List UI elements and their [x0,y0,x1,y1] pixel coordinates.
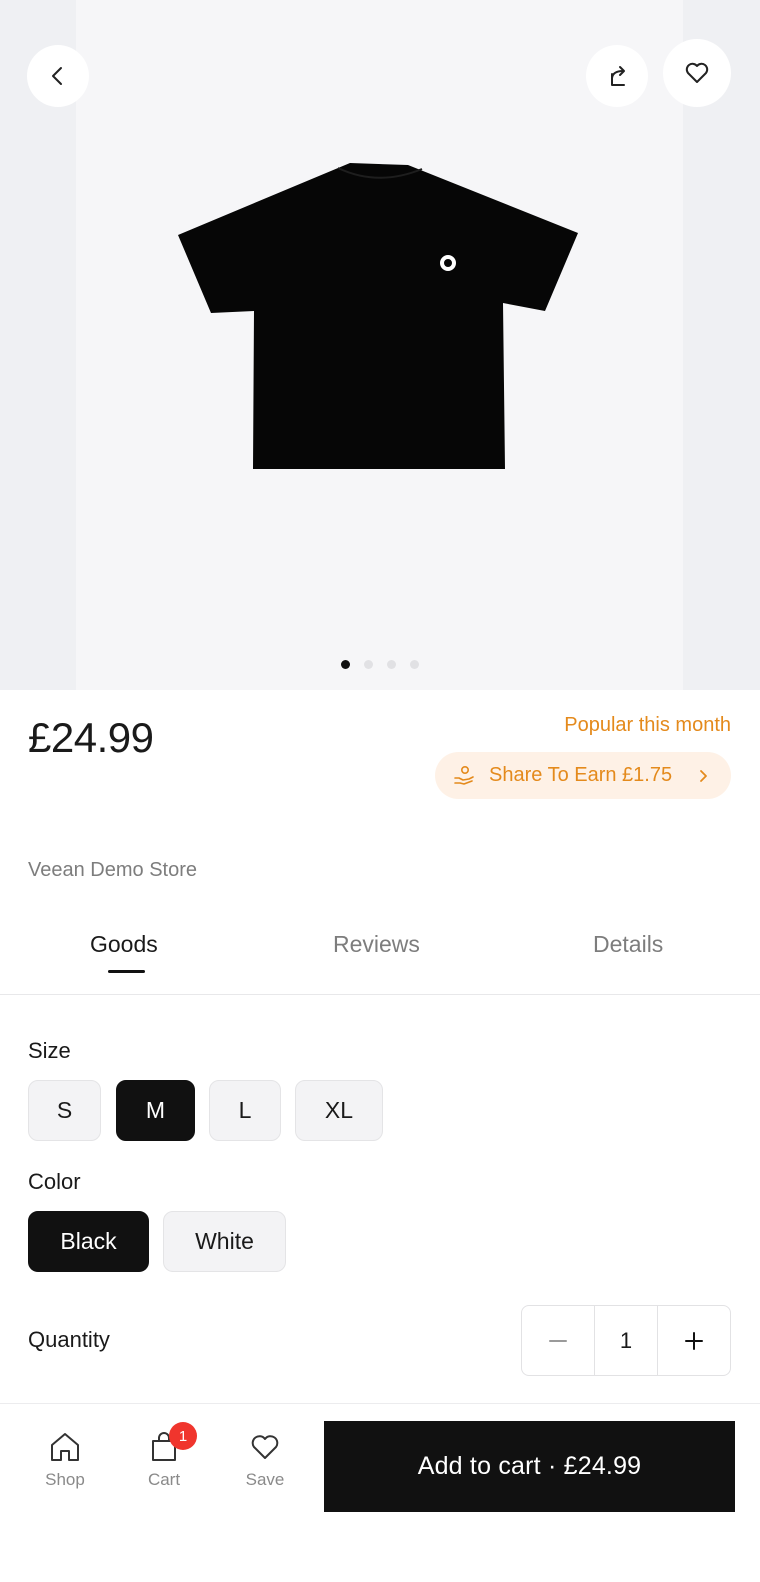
size-option-xl[interactable]: XL [295,1080,383,1141]
heart-icon [685,62,709,83]
popular-label: Popular this month [564,714,731,736]
tshirt-image [178,163,578,469]
add-to-cart-button[interactable]: Add to cart · £24.99 [324,1421,735,1512]
back-button[interactable] [27,45,89,107]
chevron-right-icon [697,769,709,783]
size-option-l[interactable]: L [209,1080,281,1141]
size-title: Size [28,1038,71,1063]
tab-goods[interactable]: Goods [90,931,158,958]
nav-save-label: Save [245,1470,285,1489]
bottom-action-bar: Shop 1 Cart Save Add to cart · £24.99 [0,1403,760,1582]
share-to-earn-label: Share To Earn £1.75 [489,764,673,786]
share-button[interactable] [586,45,648,107]
cart-count-badge: 1 [169,1422,197,1450]
product-tabs: Goods Reviews Details [0,925,760,995]
product-image-gallery[interactable] [0,0,760,690]
plus-icon [685,1331,703,1350]
heart-icon [251,1435,279,1459]
size-option-m[interactable]: M [116,1080,195,1141]
nav-shop-label: Shop [45,1470,85,1489]
color-title: Color [28,1169,81,1194]
pagination-dot[interactable] [387,660,396,669]
nav-cart-label: Cart [147,1470,181,1489]
home-icon [51,1433,79,1461]
pagination-dot[interactable] [364,660,373,669]
minus-icon [549,1339,567,1342]
share-icon [611,66,625,86]
increase-quantity-button[interactable] [658,1306,730,1375]
nav-cart[interactable]: 1 Cart [124,1422,204,1490]
hand-coin-icon [454,765,474,785]
color-option-black[interactable]: Black [28,1211,149,1272]
gallery-pagination [0,660,760,669]
store-name[interactable]: Veean Demo Store [28,859,197,882]
pagination-dot[interactable] [410,660,419,669]
nav-save[interactable]: Save [225,1430,305,1490]
product-price: £24.99 [28,714,154,761]
share-to-earn-button[interactable]: Share To Earn £1.75 [435,752,731,799]
quantity-stepper: 1 [521,1305,731,1376]
color-option-white[interactable]: White [163,1211,286,1272]
tab-details[interactable]: Details [593,931,663,958]
favorite-button[interactable] [663,39,731,107]
quantity-value[interactable]: 1 [594,1306,658,1375]
chevron-left-icon [52,67,62,85]
decrease-quantity-button[interactable] [522,1306,594,1375]
quantity-label: Quantity [28,1327,110,1352]
size-option-s[interactable]: S [28,1080,101,1141]
active-tab-indicator [108,970,145,973]
tab-reviews[interactable]: Reviews [333,931,420,958]
nav-shop[interactable]: Shop [25,1430,105,1490]
pagination-dot[interactable] [341,660,350,669]
